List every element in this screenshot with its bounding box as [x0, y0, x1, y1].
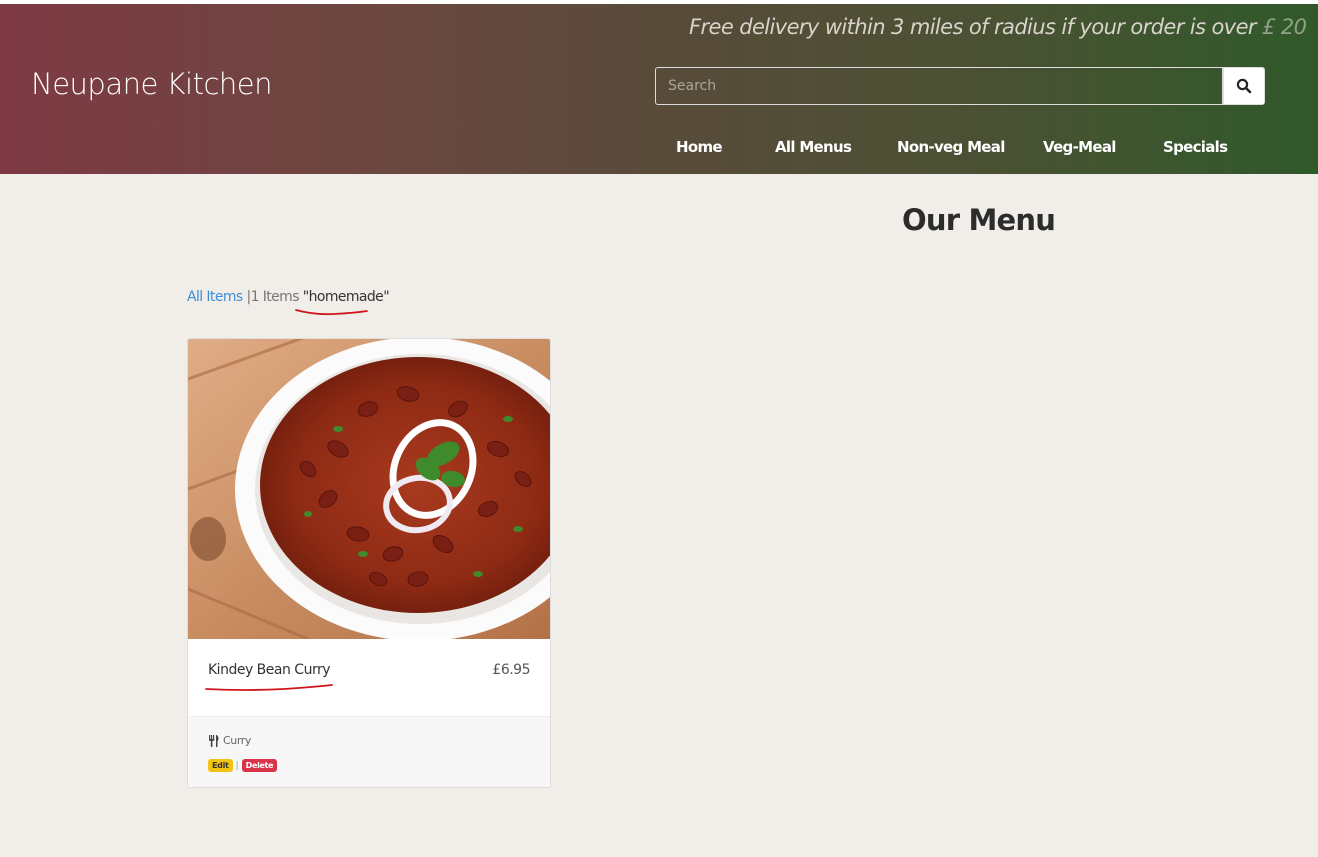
search-icon [1236, 78, 1252, 94]
breadcrumb-quote-close: " [383, 289, 390, 305]
category-label: Curry [223, 734, 252, 747]
promo-amount: £ 20 [1262, 15, 1307, 39]
site-brand[interactable]: Neupane Kitchen [31, 67, 273, 101]
promo-text: Free delivery within 3 miles of radius i… [689, 15, 1257, 39]
nav-veg-meal[interactable]: Veg-Meal [1043, 138, 1116, 156]
menu-item-name[interactable]: Kindey Bean Curry [208, 662, 331, 678]
delete-button[interactable]: Delete [241, 759, 278, 772]
edit-button[interactable]: Edit [208, 759, 233, 772]
item-name-underline-annotation [205, 684, 333, 691]
nav-all-menus[interactable]: All Menus [775, 138, 852, 156]
item-actions: Edit | Delete [208, 759, 278, 772]
main-nav: Home All Menus Non-veg Meal Veg-Meal Spe… [0, 138, 1318, 162]
menu-item-footer: Curry Edit | Delete [188, 716, 550, 787]
breadcrumb-search-term: homemade [308, 289, 384, 305]
search-input[interactable] [655, 67, 1223, 105]
search-term-underline-annotation [295, 309, 368, 316]
curry-bowl-photo [188, 339, 550, 639]
menu-item-body: Kindey Bean Curry £6.95 [188, 639, 550, 716]
nav-home[interactable]: Home [676, 138, 723, 156]
utensils-icon [209, 734, 219, 747]
nav-non-veg-meal[interactable]: Non-veg Meal [897, 138, 1005, 156]
site-header: Neupane Kitchen Free delivery within 3 m… [0, 4, 1318, 174]
search-button[interactable] [1223, 67, 1265, 105]
nav-specials[interactable]: Specials [1163, 138, 1228, 156]
action-separator: | [235, 760, 239, 771]
menu-item-card[interactable]: Kindey Bean Curry £6.95 Curry Edit | Del… [187, 338, 551, 788]
search-bar [655, 67, 1265, 105]
breadcrumb-all-items-link[interactable]: All Items [187, 289, 243, 305]
delivery-promo: Free delivery within 3 miles of radius i… [689, 15, 1307, 39]
menu-item-price: £6.95 [492, 662, 530, 678]
breadcrumb: All Items |1 Items "homemade" [187, 289, 390, 305]
breadcrumb-count: 1 Items [250, 289, 300, 305]
menu-item-category: Curry [208, 734, 251, 747]
page-title: Our Menu [902, 203, 1056, 237]
